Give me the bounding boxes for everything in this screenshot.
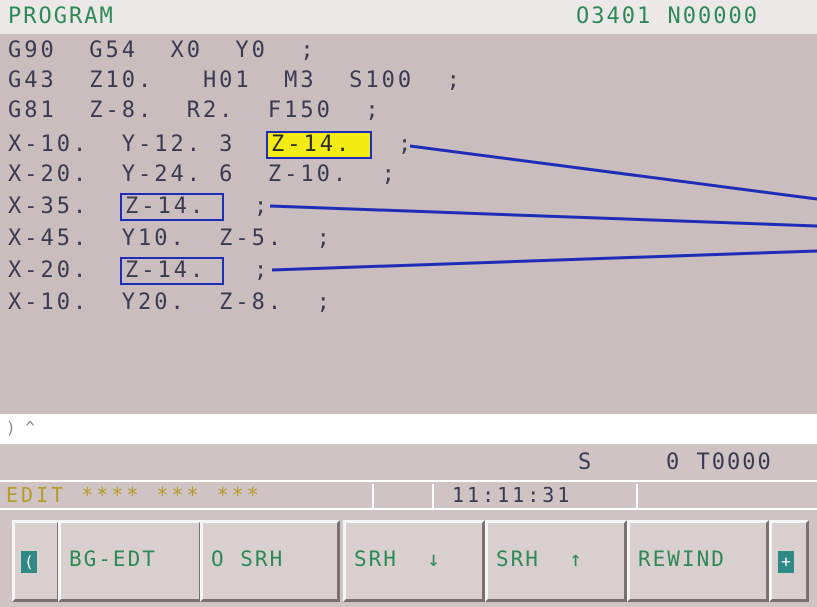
line-end: ; bbox=[398, 132, 415, 157]
key-input-buffer[interactable]: ) ^ bbox=[0, 414, 817, 442]
status-divider bbox=[372, 484, 374, 508]
boxed-word: Z-14. bbox=[120, 193, 224, 221]
input-buffer-text: ) ^ bbox=[6, 418, 35, 437]
program-line: G90 G54 X0 Y0 ; bbox=[8, 38, 317, 63]
spindle-label: S bbox=[578, 450, 594, 475]
tool-number: T0000 bbox=[696, 450, 773, 475]
spindle-tool-status: S 0 T0000 bbox=[0, 442, 817, 482]
rewind-button[interactable]: REWIND bbox=[627, 520, 769, 602]
program-line-text: X-20. bbox=[8, 258, 90, 283]
boxed-word: Z-14. bbox=[120, 257, 224, 285]
program-line: X-20. Y-24. 6 Z-10. ; bbox=[8, 162, 398, 187]
rewind-label: REWIND bbox=[638, 547, 726, 571]
search-down-button[interactable]: SRH ↓ bbox=[343, 520, 485, 602]
program-line: G81 Z-8. R2. F150 ; bbox=[8, 98, 382, 123]
program-line: X-20. Z-14. ; bbox=[8, 256, 808, 286]
left-arrow-icon: ( bbox=[21, 551, 37, 573]
status-divider bbox=[636, 484, 638, 508]
line-end: ; bbox=[254, 258, 271, 283]
program-listing[interactable]: G90 G54 X0 Y0 ; G43 Z10. H01 M3 S100 ; G… bbox=[0, 34, 817, 414]
search-up-button[interactable]: SRH ↑ bbox=[485, 520, 627, 602]
screen-header: PROGRAM O3401 N00000 bbox=[0, 0, 817, 34]
bg-edit-label: BG-EDT bbox=[69, 547, 157, 571]
program-line-text: X-35. bbox=[8, 194, 90, 219]
program-line: X-10. Y20. Z-8. ; bbox=[8, 290, 333, 315]
search-down-label: SRH ↓ bbox=[354, 547, 442, 571]
cnc-program-screen: PROGRAM O3401 N00000 G90 G54 X0 Y0 ; G43… bbox=[0, 0, 817, 607]
program-line: G43 Z10. H01 M3 S100 ; bbox=[8, 68, 463, 93]
softkey-prev-button[interactable]: ( bbox=[12, 520, 60, 602]
mode-status-bar: EDIT **** *** *** 11:11:31 bbox=[0, 480, 817, 510]
screen-title: PROGRAM bbox=[8, 4, 115, 29]
program-line: X-35. Z-14. ; bbox=[8, 192, 808, 222]
softkey-bar: ( BG-EDT O SRH SRH ↓ SRH ↑ REWIND + bbox=[0, 508, 817, 607]
spindle-tool-readout: 0 T0000 bbox=[666, 450, 773, 475]
o-search-label: O SRH bbox=[211, 547, 285, 571]
program-line-text: X-10. Y-12. 3 bbox=[8, 132, 236, 157]
program-line: X-10. Y-12. 3 Z-14. ; bbox=[8, 130, 808, 160]
bg-edit-button[interactable]: BG-EDT bbox=[58, 520, 202, 602]
clock: 11:11:31 bbox=[452, 483, 573, 507]
status-divider bbox=[432, 484, 434, 508]
mode-indicator: EDIT **** *** *** bbox=[6, 483, 262, 507]
program-line: X-45. Y10. Z-5. ; bbox=[8, 226, 333, 251]
highlighted-word: Z-14. bbox=[266, 131, 372, 159]
o-search-button[interactable]: O SRH bbox=[200, 520, 340, 602]
line-end: ; bbox=[254, 194, 271, 219]
spindle-value: 0 bbox=[666, 450, 682, 475]
search-up-label: SRH ↑ bbox=[496, 547, 584, 571]
program-number: O3401 N00000 bbox=[576, 4, 759, 29]
softkey-next-button[interactable]: + bbox=[769, 520, 809, 602]
plus-icon: + bbox=[778, 551, 794, 573]
